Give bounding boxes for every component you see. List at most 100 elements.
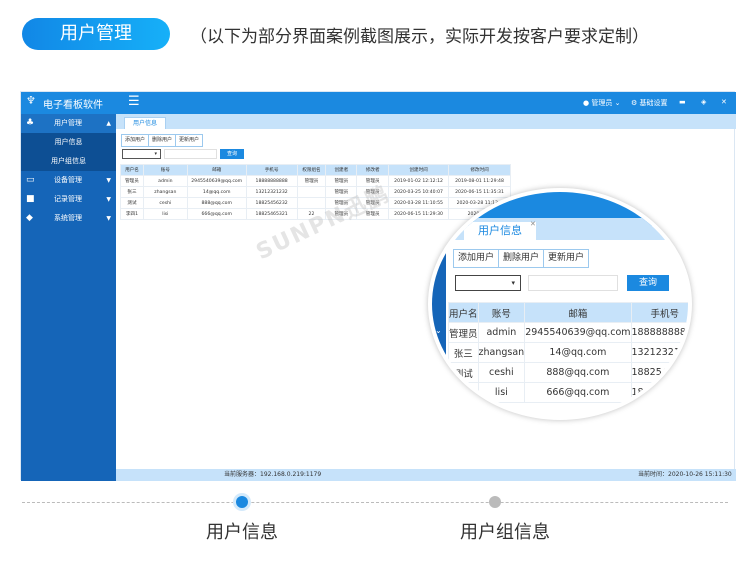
divider — [22, 502, 728, 503]
table-cell: 测试 — [448, 362, 479, 383]
minimize-icon[interactable]: ▬ — [679, 98, 686, 106]
add-user-button[interactable]: 添加用户 — [122, 135, 150, 146]
table-cell: 测试 — [120, 197, 144, 209]
settings-button[interactable]: ⚙ 基础设置 — [631, 98, 668, 108]
sidebar-item-user-management[interactable]: ♣ 用户管理 ▲ — [21, 114, 116, 133]
column-header[interactable]: 用户名 — [448, 302, 479, 323]
chevron-down-icon: ▼ — [106, 215, 111, 222]
zoom-update-user-button[interactable]: 更新用户 — [544, 250, 588, 267]
table-header: 用户名 账号 邮箱 手机号 权限组名 创建者 修改者 创建时间 修改时间 — [120, 164, 511, 176]
table-row[interactable]: 测试 ceshi 888@qq.com 18825456232 — [448, 362, 688, 383]
table-cell: 18825465321 — [630, 382, 688, 403]
table-row[interactable]: 管理员 admin 2945540639@qq.com 18888888888 — [448, 322, 688, 343]
table-cell: 18888888888 — [245, 175, 298, 187]
chevron-up-icon: ▲ — [106, 120, 111, 127]
table-header: 用户名 账号 邮箱 手机号 — [448, 302, 688, 323]
step-dot-active[interactable] — [236, 496, 248, 508]
step-dot[interactable] — [489, 496, 501, 508]
zoom-tab-user-info[interactable]: 用户信息 — [464, 222, 536, 240]
table-cell: ceshi — [142, 197, 188, 209]
column-header[interactable]: 邮箱 — [524, 302, 632, 323]
column-header[interactable]: 邮箱 — [186, 164, 247, 176]
sidebar-item-system-management[interactable]: ◆ 系统管理 ▼ — [21, 209, 116, 228]
sidebar: ♣ 用户管理 ▲ 用户信息 用户组信息 ▭ 设备管理 ▼ ■ 记录管理 ▼ ◆ 系统管理 ▼ — [21, 114, 116, 481]
table-cell: 18825456232 — [630, 362, 688, 383]
table-cell: zhangsan — [477, 342, 526, 363]
column-header[interactable]: 修改时间 — [448, 164, 511, 176]
tab-bar: 用户信息 — [116, 114, 736, 129]
update-user-button[interactable]: 更新用户 — [176, 135, 203, 146]
zoom-user-table: 用户名 账号 邮箱 手机号 管理员 admin 2945540639@qq.com 18888… — [448, 302, 688, 403]
user-menu[interactable]: ● 管理员 ⌄ — [583, 98, 620, 108]
table-cell: 管理员 — [325, 175, 358, 187]
column-header[interactable]: 手机号 — [630, 302, 688, 323]
table-row[interactable]: 李四1 lisi 666@qq.com 18825465321 — [448, 382, 688, 403]
table-cell: lisi — [477, 382, 526, 403]
column-header[interactable]: 用户名 — [120, 164, 144, 176]
sidebar-sub-user-info[interactable]: 用户信息 — [21, 133, 116, 152]
table-cell: 张三 — [448, 342, 479, 363]
table-cell: 18825456232 — [245, 197, 298, 209]
column-header[interactable]: 创建时间 — [388, 164, 450, 176]
section-title-pill: 用户管理 — [22, 18, 170, 50]
settings-label: 基础设置 — [639, 99, 668, 107]
sidebar-sub-user-group[interactable]: 用户组信息 — [21, 152, 116, 171]
table-cell: 2945540639@qq.com — [524, 322, 632, 343]
table-cell — [296, 186, 327, 198]
table-cell: 18888888888 — [630, 322, 688, 343]
zoom-tab-bar: 用户信息 ✕ — [446, 218, 688, 240]
chevron-down-icon: ▼ — [106, 196, 111, 203]
table-cell: 888@qq.com — [186, 197, 247, 209]
zoom-filter-select[interactable]: ▾ — [455, 275, 521, 291]
column-header[interactable]: 账号 — [477, 302, 526, 323]
delete-user-button[interactable]: 删除用户 — [149, 135, 177, 146]
table-cell: 888@qq.com — [524, 362, 632, 383]
filter-select[interactable]: ▾ — [122, 149, 161, 159]
table-row[interactable]: 管理员 admin 2945540639@qq.com 18888888888 管理员管… — [120, 175, 511, 187]
table-cell: 666@qq.com — [524, 382, 632, 403]
current-time: 当前时间：2020-10-26 15:11:30 — [638, 471, 732, 478]
chevron-down-icon: ▼ — [106, 177, 111, 184]
column-header[interactable]: 修改者 — [356, 164, 390, 176]
logo-icon: ♆ — [26, 94, 36, 107]
table-cell: 666@qq.com — [186, 208, 247, 220]
zoom-search-button[interactable]: 查询 — [627, 275, 669, 291]
section-subtitle: （以下为部分界面案例截图展示，实际开发按客户要求定制） — [190, 27, 649, 47]
column-header[interactable]: 创建者 — [325, 164, 358, 176]
table-row[interactable]: 张三 zhangsan 14@qq.com 13212321232 — [448, 342, 688, 363]
table-cell: 管理员 — [120, 175, 144, 187]
users-icon: ♣ — [26, 118, 35, 128]
table-cell: 14@qq.com — [524, 342, 632, 363]
restore-icon[interactable]: ◈ — [701, 98, 706, 106]
table-cell: 2019-08-01 11:29:48 — [448, 175, 511, 187]
table-cell: 李四1 — [120, 208, 144, 220]
table-cell: 2945540639@qq.com — [186, 175, 247, 187]
search-button[interactable]: 查询 — [220, 149, 244, 159]
footer-label-user-info: 用户信息 — [206, 522, 278, 543]
table-cell: 管理员 — [296, 175, 327, 187]
zoom-add-user-button[interactable]: 添加用户 — [454, 250, 500, 267]
table-cell: 张三 — [120, 186, 144, 198]
close-icon[interactable]: ✕ — [721, 98, 727, 106]
sidebar-item-device-management[interactable]: ▭ 设备管理 ▼ — [21, 171, 116, 190]
user-name: 管理员 — [591, 99, 613, 107]
monitor-icon: ▭ — [26, 175, 35, 185]
table-cell: 2019-01-02 12:12:12 — [388, 175, 450, 187]
sidebar-item-record-management[interactable]: ■ 记录管理 ▼ — [21, 190, 116, 209]
table-cell: ceshi — [477, 362, 526, 383]
tab-user-info[interactable]: 用户信息 — [124, 117, 166, 129]
top-bar: ♆ 电子看板软件 ☰ ● 管理员 ⌄ ⚙ 基础设置 ▬ ◈ ✕ — [21, 92, 736, 114]
tab-close-icon[interactable]: ✕ — [530, 220, 536, 228]
footer-label-user-group: 用户组信息 — [460, 522, 550, 543]
table-cell: 13212321232 — [630, 342, 688, 363]
search-input[interactable] — [164, 149, 217, 159]
chevron-down-icon: ⌄ — [435, 326, 442, 335]
status-bar: 当前服务器：192.168.0.219:1179 当前时间：2020-10-26… — [116, 469, 736, 481]
zoom-search-input[interactable] — [528, 275, 618, 291]
column-header[interactable]: 手机号 — [245, 164, 298, 176]
zoom-toolbar: 添加用户 删除用户 更新用户 — [453, 249, 590, 268]
column-header[interactable]: 账号 — [142, 164, 188, 176]
menu-toggle-icon[interactable]: ☰ — [128, 94, 140, 109]
column-header[interactable]: 权限组名 — [296, 164, 327, 176]
zoom-delete-user-button[interactable]: 删除用户 — [499, 250, 545, 267]
